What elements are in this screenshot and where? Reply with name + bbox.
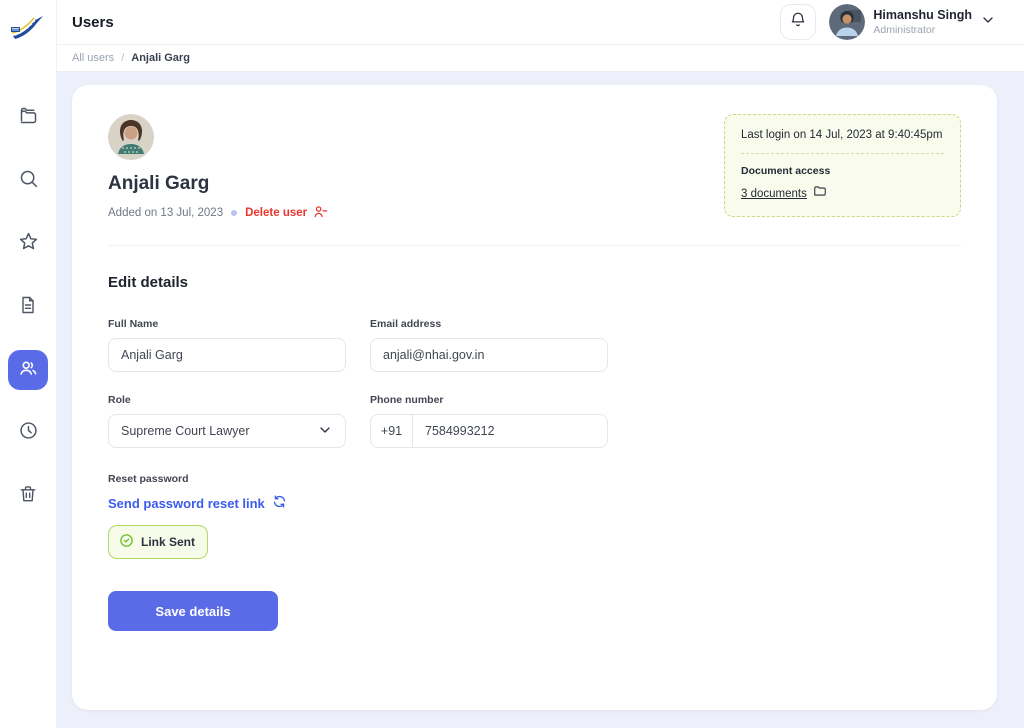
sidebar-item-search[interactable] xyxy=(8,161,48,201)
delete-user-label: Delete user xyxy=(245,207,307,219)
main-column: Users Himanshu Singh Administrator xyxy=(57,0,1024,728)
user-avatar xyxy=(108,114,154,160)
added-date: Added on 13 Jul, 2023 xyxy=(108,207,223,219)
folder-icon xyxy=(18,105,39,131)
avatar xyxy=(829,4,865,40)
refresh-icon xyxy=(272,494,287,512)
nhai-highway-logo[interactable] xyxy=(7,6,49,46)
email-label: Email address xyxy=(370,318,608,330)
role-select[interactable]: Supreme Court Lawyer xyxy=(108,414,346,448)
account-role: Administrator xyxy=(873,24,972,37)
user-detail-card: Anjali Garg Added on 13 Jul, 2023 Delete… xyxy=(72,85,997,710)
role-selected-value: Supreme Court Lawyer xyxy=(121,424,250,438)
phone-group: Phone number +91 xyxy=(370,394,608,448)
user-name: Anjali Garg xyxy=(108,173,328,195)
app-root: Users Himanshu Singh Administrator xyxy=(0,0,1024,728)
documents-link-row: 3 documents xyxy=(741,184,944,203)
phone-country-code[interactable]: +91 xyxy=(371,415,413,447)
content-area: Anjali Garg Added on 13 Jul, 2023 Delete… xyxy=(57,72,1024,728)
topbar: Users Himanshu Singh Administrator xyxy=(57,0,1024,45)
link-sent-badge: Link Sent xyxy=(108,525,208,559)
notifications-button[interactable] xyxy=(780,4,816,40)
sidebar-item-history[interactable] xyxy=(8,413,48,453)
users-icon xyxy=(17,357,39,384)
email-group: Email address xyxy=(370,318,608,372)
documents-link[interactable]: 3 documents xyxy=(741,188,807,200)
sidebar xyxy=(0,0,57,728)
send-reset-link-button[interactable]: Send password reset link xyxy=(108,494,287,512)
breadcrumb-separator: / xyxy=(121,52,124,64)
role-label: Role xyxy=(108,394,346,406)
breadcrumb-current: Anjali Garg xyxy=(131,52,190,64)
dashed-divider xyxy=(741,153,944,154)
sidebar-item-documents[interactable] xyxy=(8,287,48,327)
page-title: Users xyxy=(72,14,114,31)
bell-icon xyxy=(789,11,807,34)
breadcrumb: All users / Anjali Garg xyxy=(57,45,1024,72)
last-login-text: Last login on 14 Jul, 2023 at 9:40:45pm xyxy=(741,129,944,141)
profile-header: Anjali Garg Added on 13 Jul, 2023 Delete… xyxy=(108,114,961,222)
sidebar-item-trash[interactable] xyxy=(8,476,48,516)
user-minus-icon xyxy=(313,204,328,222)
phone-field-wrap: +91 xyxy=(370,414,608,448)
search-icon xyxy=(18,168,39,194)
section-divider xyxy=(108,245,961,246)
email-field[interactable] xyxy=(370,338,608,372)
chevron-down-icon xyxy=(317,422,333,441)
link-sent-label: Link Sent xyxy=(141,535,195,549)
check-circle-icon xyxy=(119,533,134,551)
full-name-label: Full Name xyxy=(108,318,346,330)
edit-details-form: Full Name Email address Role Supreme Cou… xyxy=(108,318,608,448)
full-name-group: Full Name xyxy=(108,318,346,372)
delete-user-button[interactable]: Delete user xyxy=(245,204,328,222)
reset-password-block: Reset password Send password reset link … xyxy=(108,473,961,559)
account-text: Himanshu Singh Administrator xyxy=(873,8,972,36)
chevron-down-icon xyxy=(980,12,996,33)
send-reset-link-label: Send password reset link xyxy=(108,496,265,511)
star-icon xyxy=(18,231,39,257)
full-name-field[interactable] xyxy=(108,338,346,372)
document-icon xyxy=(18,295,38,320)
sidebar-item-users[interactable] xyxy=(8,350,48,390)
profile-left: Anjali Garg Added on 13 Jul, 2023 Delete… xyxy=(108,114,328,222)
save-details-button[interactable]: Save details xyxy=(108,591,278,631)
sidebar-item-folders[interactable] xyxy=(8,98,48,138)
account-menu[interactable]: Himanshu Singh Administrator xyxy=(829,4,996,40)
topbar-right: Himanshu Singh Administrator xyxy=(780,4,996,40)
document-access-label: Document access xyxy=(741,165,944,177)
login-info-box: Last login on 14 Jul, 2023 at 9:40:45pm … xyxy=(724,114,961,217)
role-group: Role Supreme Court Lawyer xyxy=(108,394,346,448)
account-name: Himanshu Singh xyxy=(873,8,972,24)
dot-separator xyxy=(231,210,237,216)
sidebar-item-favorites[interactable] xyxy=(8,224,48,264)
phone-label: Phone number xyxy=(370,394,608,406)
breadcrumb-all-users[interactable]: All users xyxy=(72,52,114,64)
clock-icon xyxy=(18,420,39,446)
sidebar-nav xyxy=(8,98,48,516)
phone-number-field[interactable] xyxy=(413,415,607,447)
reset-password-label: Reset password xyxy=(108,473,961,485)
folder-icon xyxy=(813,184,827,203)
edit-details-heading: Edit details xyxy=(108,274,961,291)
profile-meta: Added on 13 Jul, 2023 Delete user xyxy=(108,204,328,222)
trash-icon xyxy=(18,484,38,509)
